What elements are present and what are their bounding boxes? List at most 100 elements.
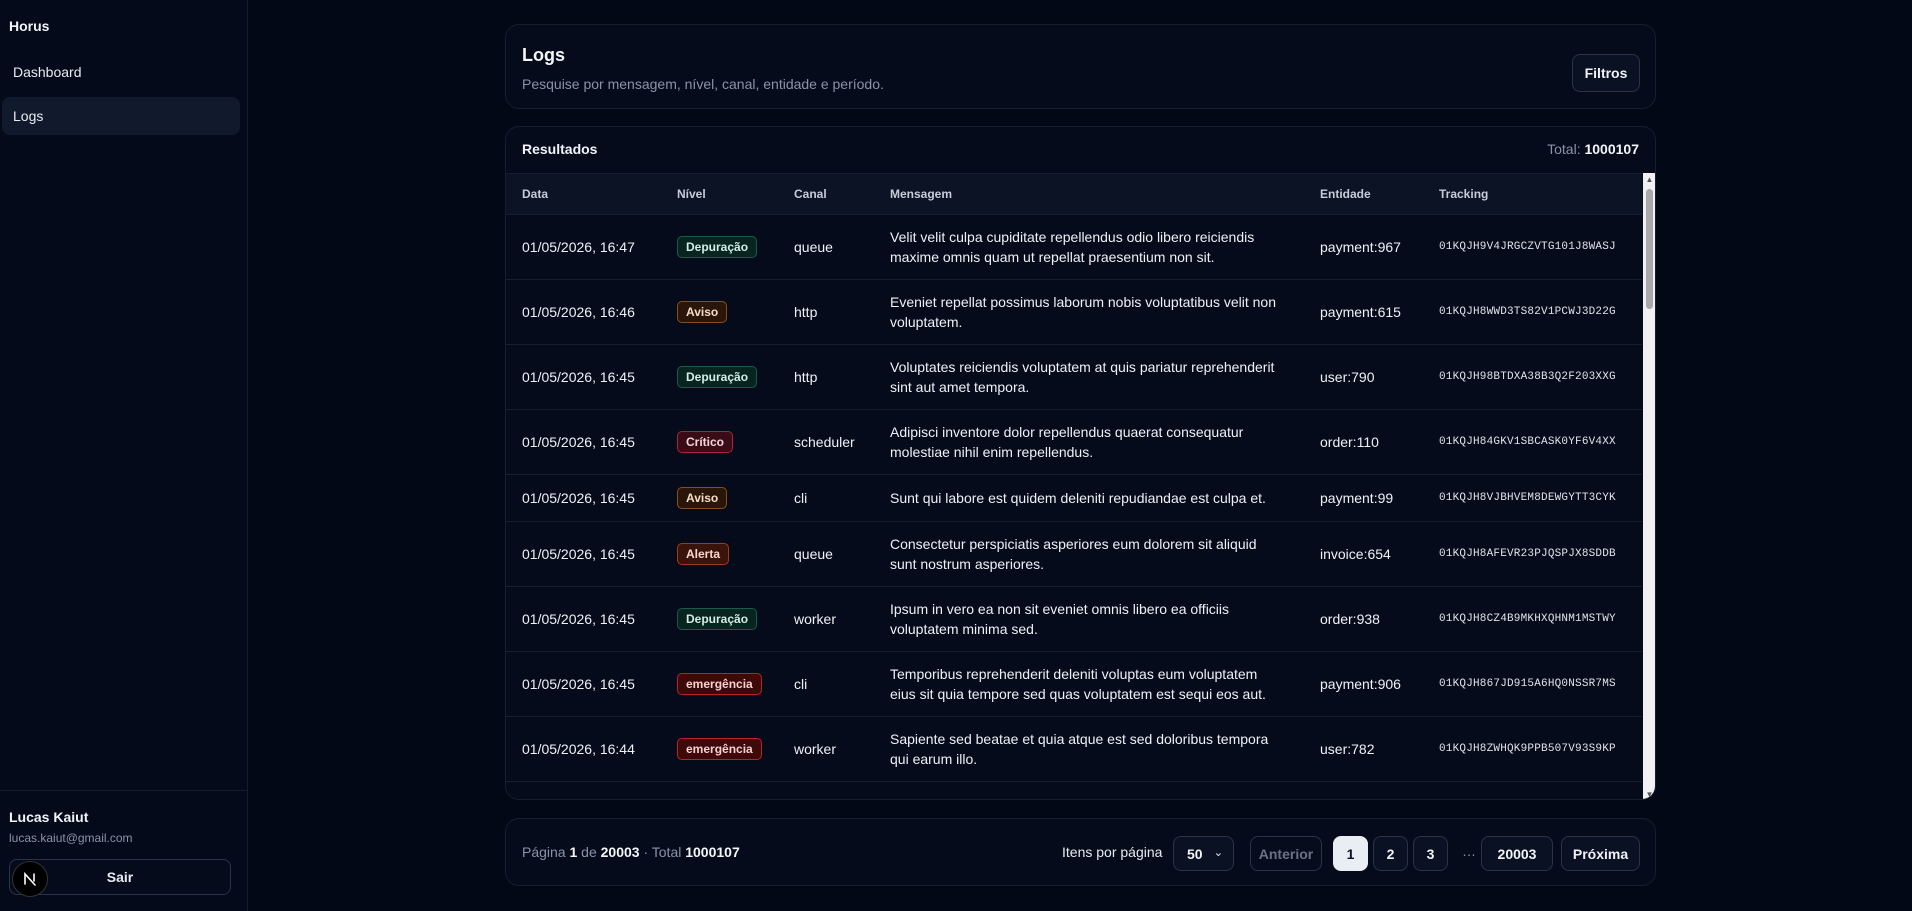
table-row[interactable]: 01/05/2026, 16:45 emergência cli Tempori… [506,651,1642,717]
sidebar-item-label: Logs [13,108,44,124]
cell-level: Depuração [661,344,778,410]
cell-message: Fugit autem consequatur doloremque et re… [874,781,1304,799]
pagination-ellipsis: … [1462,843,1476,859]
cell-channel: scheduler [778,409,874,475]
cell-tracking: 01KQJH9V4JRGCZVTG101J8WASJ [1423,214,1642,280]
sidebar-item-logs[interactable]: Logs [2,97,240,135]
cell-tracking: 01KQJH8ZWHQK9PPB507V93S9KP [1423,716,1642,782]
sidebar-item-dashboard[interactable]: Dashboard [2,53,240,91]
table-row[interactable]: 01/05/2026, 16:45 Depuração worker Ipsum… [506,586,1642,652]
cell-tracking: 01KQJH8WWD3TS82V1PCWJ3D22G [1423,279,1642,345]
previous-label: Anterior [1258,845,1314,862]
logs-table-scroll[interactable]: Data Nível Canal Mensagem Entidade Track… [506,173,1642,799]
page-subtitle: Pesquise por mensagem, nível, canal, ent… [522,76,884,92]
level-badge: emergência [677,738,762,760]
cell-date: 01/05/2026, 16:47 [506,214,661,280]
level-badge: Depuração [677,366,758,388]
page-number: 1 [1346,845,1355,862]
cell-message: Sunt qui labore est quidem deleniti repu… [874,474,1304,522]
table-row[interactable]: 01/05/2026, 16:45 Depuração http Volupta… [506,344,1642,410]
table-row[interactable]: 01/05/2026, 16:44 emergência worker Sapi… [506,716,1642,782]
level-badge: Aviso [677,301,728,323]
total-word: · Total [643,844,682,860]
column-header-message[interactable]: Mensagem [874,173,1304,215]
cell-message: Velit velit culpa cupiditate repellendus… [874,214,1304,280]
page-button-2[interactable]: 2 [1373,836,1408,871]
cell-tracking: 01KQJH98BTDXA38B3Q2F203XXG [1423,344,1642,410]
current-page-number: 1 [569,844,578,860]
next-page-button[interactable]: Próxima [1561,836,1640,871]
total-label: Total: [1547,141,1581,157]
cell-date: 01/05/2026, 16:46 [506,279,661,345]
table-row[interactable]: 01/05/2026, 16:45 Crítico scheduler Adip… [506,409,1642,475]
logout-label: Sair [106,869,134,885]
cell-message: Adipisci inventore dolor repellendus qua… [874,409,1304,475]
column-header-tracking[interactable]: Tracking [1423,173,1642,215]
level-badge: Aviso [677,487,728,509]
per-page-select[interactable]: 50 ⌄ [1173,836,1234,871]
cell-entity: order:938 [1304,586,1423,652]
scroll-up-arrow-icon[interactable]: ▲ [1643,173,1655,186]
results-card: Resultados Total: 1000107 Data Nível Can… [505,126,1656,800]
cell-level: emergência [661,651,778,717]
next-logo-icon[interactable] [12,861,48,897]
total-pages: 20003 [600,844,640,860]
cell-entity: payment:99 [1304,474,1423,522]
of-word: de [581,844,597,860]
logs-table: Data Nível Canal Mensagem Entidade Track… [506,173,1642,799]
cell-entity: user:790 [1304,344,1423,410]
cell-date: 01/05/2026, 16:45 [506,474,661,522]
user-email: lucas.kaiut@gmail.com [9,831,133,845]
cell-channel: worker [778,586,874,652]
cell-level: Aviso [661,474,778,522]
cell-tracking: 01KQJH8VJBHVEM8DEWGYTT3CYK [1423,474,1642,522]
filters-label: Filtros [1584,65,1628,81]
column-header-date[interactable]: Data [506,173,661,215]
column-header-entity[interactable]: Entidade [1304,173,1423,215]
level-badge: Crítico [677,431,734,453]
cell-message: Ipsum in vero ea non sit eveniet omnis l… [874,586,1304,652]
page-button-1[interactable]: 1 [1333,836,1368,871]
results-title: Resultados [522,141,598,157]
cell-channel [778,781,874,799]
table-row[interactable]: 01/05/2026, 16:47 Depuração queue Velit … [506,214,1642,280]
cell-message: Temporibus reprehenderit deleniti volupt… [874,651,1304,717]
cell-level: emergência [661,716,778,782]
column-header-level[interactable]: Nível [661,173,778,215]
results-total: Total: 1000107 [1547,141,1639,157]
cell-date: 01/05/2026, 16:44 [506,716,661,782]
filters-button[interactable]: Filtros [1572,54,1640,92]
page-number: 20003 [1497,845,1537,862]
cell-tracking [1423,781,1642,799]
table-row[interactable]: Fugit autem consequatur doloremque et re… [506,781,1642,799]
table-row[interactable]: 01/05/2026, 16:45 Alerta queue Consectet… [506,521,1642,587]
table-row[interactable]: 01/05/2026, 16:45 Aviso cli Sunt qui lab… [506,474,1642,522]
table-header-row: Data Nível Canal Mensagem Entidade Track… [506,173,1642,215]
scroll-thumb[interactable] [1646,189,1653,309]
cell-message: Voluptates reiciendis voluptatem at quis… [874,344,1304,410]
chevron-down-icon: ⌄ [1213,847,1223,859]
brand-logo[interactable]: Horus [9,18,49,34]
table-scrollbar[interactable]: ▲ ▼ [1643,173,1655,799]
pagination-card: Página 1 de 20003 · Total 1000107 Itens … [505,818,1656,886]
column-header-channel[interactable]: Canal [778,173,874,215]
cell-tracking: 01KQJH8CZ4B9MKHXQHNM1MSTWY [1423,586,1642,652]
cell-date: 01/05/2026, 16:45 [506,409,661,475]
cell-channel: queue [778,214,874,280]
cell-entity: user:782 [1304,716,1423,782]
n-letter-icon [24,871,36,886]
previous-page-button[interactable]: Anterior [1250,836,1322,871]
per-page-value: 50 [1187,845,1203,862]
cell-entity: order:110 [1304,409,1423,475]
cell-channel: worker [778,716,874,782]
per-page-label: Itens por página [1062,844,1163,860]
cell-entity [1304,781,1423,799]
table-row[interactable]: 01/05/2026, 16:46 Aviso http Eveniet rep… [506,279,1642,345]
scroll-down-arrow-icon[interactable]: ▼ [1643,788,1655,799]
page-button-3[interactable]: 3 [1413,836,1448,871]
cell-date [506,781,661,799]
cell-tracking: 01KQJH8AFEVR23PJQSPJX8SDDB [1423,521,1642,587]
last-page-button[interactable]: 20003 [1481,836,1553,871]
total-items: 1000107 [685,844,740,860]
cell-channel: http [778,344,874,410]
